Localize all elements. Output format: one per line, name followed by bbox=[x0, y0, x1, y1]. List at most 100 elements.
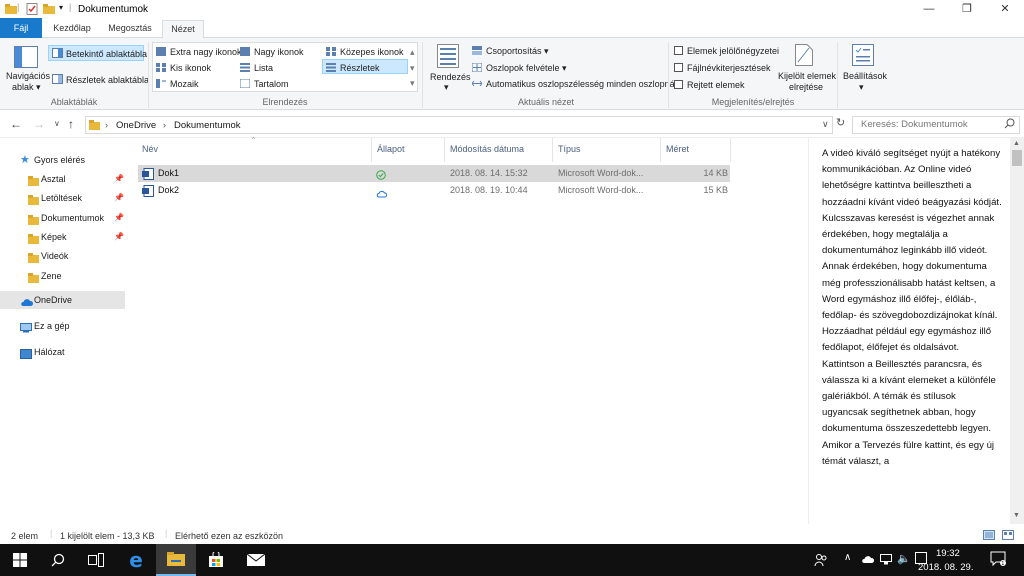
nav-item[interactable]: Letöltések 📌 bbox=[0, 189, 128, 207]
search-taskbar-icon[interactable] bbox=[38, 544, 78, 576]
layout-large[interactable]: Nagy ikonok bbox=[254, 47, 304, 57]
file-extensions-checkbox[interactable] bbox=[674, 63, 683, 74]
file-row-dok1[interactable]: Dok1 2018. 08. 14. 15:32 Microsoft Word-… bbox=[138, 165, 730, 182]
add-columns-label[interactable]: Oszlopok felvétele ▾ bbox=[486, 63, 567, 74]
address-dropdown-icon[interactable]: ∨ bbox=[822, 119, 829, 130]
search-input[interactable]: Keresés: Dokumentumok bbox=[852, 116, 1020, 134]
recent-locations-icon[interactable]: ∨ bbox=[54, 119, 60, 128]
details-pane-label[interactable]: Részletek ablaktábla bbox=[66, 75, 149, 85]
tiles-icon bbox=[156, 79, 166, 90]
volume-icon[interactable]: 🔈 bbox=[897, 552, 911, 565]
column-type[interactable]: Típus bbox=[558, 144, 581, 154]
hidden-items-label[interactable]: Rejtett elemek bbox=[687, 80, 745, 90]
address-input[interactable]: › OneDrive › Dokumentumok bbox=[85, 116, 833, 134]
column-divider bbox=[730, 138, 731, 162]
network-tray-icon[interactable] bbox=[880, 554, 892, 567]
notification-icon[interactable]: 1 bbox=[990, 551, 1006, 569]
refresh-icon[interactable]: ↻ bbox=[836, 116, 845, 129]
task-view-icon[interactable] bbox=[76, 544, 116, 576]
nav-item[interactable]: Képek 📌 bbox=[0, 228, 128, 246]
layout-extra-large[interactable]: Extra nagy ikonok bbox=[170, 47, 242, 57]
nav-item[interactable]: Asztal 📌 bbox=[0, 170, 128, 188]
forward-icon[interactable]: → bbox=[33, 117, 45, 131]
mail-icon[interactable] bbox=[236, 544, 276, 576]
layout-content[interactable]: Tartalom bbox=[254, 79, 289, 89]
pin-icon[interactable]: 📌 bbox=[114, 170, 124, 188]
layout-list[interactable]: Lista bbox=[254, 63, 273, 73]
sort-dropdown-icon[interactable]: ▾ bbox=[444, 82, 449, 93]
navigation-pane-label[interactable]: Navigációs bbox=[6, 71, 50, 81]
group-by-label[interactable]: Csoportosítás ▾ bbox=[486, 46, 549, 57]
store-icon[interactable] bbox=[196, 544, 236, 576]
properties-icon[interactable] bbox=[26, 3, 38, 15]
hide-selected-icon[interactable] bbox=[795, 44, 813, 68]
navigation-pane-label2[interactable]: ablak ▾ bbox=[12, 82, 41, 93]
back-icon[interactable]: ← bbox=[10, 117, 22, 131]
large-icons-view-icon[interactable] bbox=[1002, 530, 1014, 542]
clock-date[interactable]: 2018. 08. 29. bbox=[918, 562, 973, 573]
tab-home[interactable]: Kezdőlap bbox=[46, 20, 98, 38]
file-row-dok2[interactable]: Dok2 2018. 08. 19. 10:44 Microsoft Word-… bbox=[138, 182, 730, 199]
layout-details[interactable]: Részletek bbox=[340, 63, 380, 73]
file-extensions-label[interactable]: Fájlnévkiterjesztések bbox=[687, 63, 771, 73]
close-button[interactable]: ✕ bbox=[986, 0, 1024, 18]
gallery-scroll-up-icon[interactable]: ▴ bbox=[410, 47, 415, 58]
sort-label[interactable]: Rendezés bbox=[430, 72, 471, 82]
autosize-columns-label[interactable]: Automatikus oszlopszélesség minden oszlo… bbox=[486, 79, 677, 89]
column-size[interactable]: Méret bbox=[666, 144, 689, 154]
file-explorer-taskbar-icon[interactable] bbox=[156, 544, 196, 576]
breadcrumb-onedrive[interactable]: OneDrive bbox=[116, 120, 156, 131]
column-name[interactable]: Név bbox=[142, 144, 158, 154]
scroll-down-icon[interactable]: ▼ bbox=[1013, 512, 1020, 519]
hide-selected-label[interactable]: Kijelölt elemek bbox=[778, 71, 836, 81]
layout-small[interactable]: Kis ikonok bbox=[170, 63, 211, 73]
options-icon[interactable] bbox=[852, 44, 874, 68]
pin-icon[interactable]: 📌 bbox=[114, 209, 124, 227]
up-icon[interactable]: ↑ bbox=[68, 117, 74, 131]
details-pane-icon[interactable] bbox=[52, 74, 63, 86]
tab-share[interactable]: Megosztás bbox=[102, 20, 158, 38]
pin-icon[interactable]: 📌 bbox=[114, 228, 124, 246]
path-chevron-icon[interactable]: › bbox=[105, 120, 108, 130]
path-chevron-icon[interactable]: › bbox=[163, 120, 166, 130]
column-divider bbox=[371, 138, 372, 162]
layout-tiles[interactable]: Mozaik bbox=[170, 79, 199, 89]
hide-selected-label2[interactable]: elrejtése bbox=[789, 82, 823, 92]
pin-icon[interactable]: 📌 bbox=[114, 189, 124, 207]
scroll-thumb[interactable] bbox=[1012, 150, 1022, 166]
column-date[interactable]: Módosítás dátuma bbox=[450, 144, 524, 154]
nav-item[interactable]: Videók bbox=[0, 247, 128, 265]
layout-medium[interactable]: Közepes ikonok bbox=[340, 47, 404, 57]
maximize-button[interactable]: ❐ bbox=[948, 0, 986, 18]
item-checkboxes-label[interactable]: Elemek jelölőnégyzetei bbox=[687, 46, 779, 56]
breadcrumb-documents[interactable]: Dokumentumok bbox=[174, 120, 241, 131]
sort-icon[interactable] bbox=[437, 44, 459, 70]
clock-time[interactable]: 19:32 bbox=[936, 548, 960, 559]
column-status[interactable]: Állapot bbox=[377, 144, 405, 154]
nav-item[interactable]: Zene bbox=[0, 267, 128, 285]
navigation-pane-icon[interactable] bbox=[14, 46, 38, 70]
preview-scrollbar[interactable]: ▲ ▼ bbox=[1010, 138, 1024, 524]
hidden-items-checkbox[interactable] bbox=[674, 80, 683, 91]
gallery-expand-icon[interactable]: ▾ bbox=[410, 78, 415, 89]
gallery-scroll-down-icon[interactable]: ▾ bbox=[410, 63, 415, 74]
show-hidden-icons-icon[interactable]: ∧ bbox=[844, 552, 851, 563]
nav-onedrive[interactable]: OneDrive bbox=[0, 291, 125, 309]
nav-this-pc[interactable]: Ez a gép bbox=[0, 317, 128, 335]
minimize-button[interactable]: — bbox=[910, 0, 948, 18]
onedrive-tray-icon[interactable] bbox=[861, 555, 875, 566]
edge-icon[interactable]: e bbox=[116, 544, 156, 576]
options-dropdown-icon[interactable]: ▾ bbox=[859, 82, 864, 93]
scroll-up-icon[interactable]: ▲ bbox=[1013, 140, 1020, 147]
new-folder-icon[interactable] bbox=[43, 3, 55, 15]
nav-quick-access[interactable]: ★ Gyors elérés bbox=[0, 151, 128, 169]
people-icon[interactable] bbox=[814, 553, 828, 569]
options-label[interactable]: Beállítások bbox=[843, 71, 887, 81]
details-view-icon[interactable] bbox=[983, 530, 995, 542]
nav-network[interactable]: Hálózat bbox=[0, 343, 128, 361]
tab-file[interactable]: Fájl bbox=[0, 18, 42, 38]
tab-view[interactable]: Nézet bbox=[162, 20, 204, 39]
start-button[interactable] bbox=[0, 544, 40, 576]
item-checkboxes-checkbox[interactable] bbox=[674, 46, 683, 57]
nav-item[interactable]: Dokumentumok 📌 bbox=[0, 209, 128, 227]
